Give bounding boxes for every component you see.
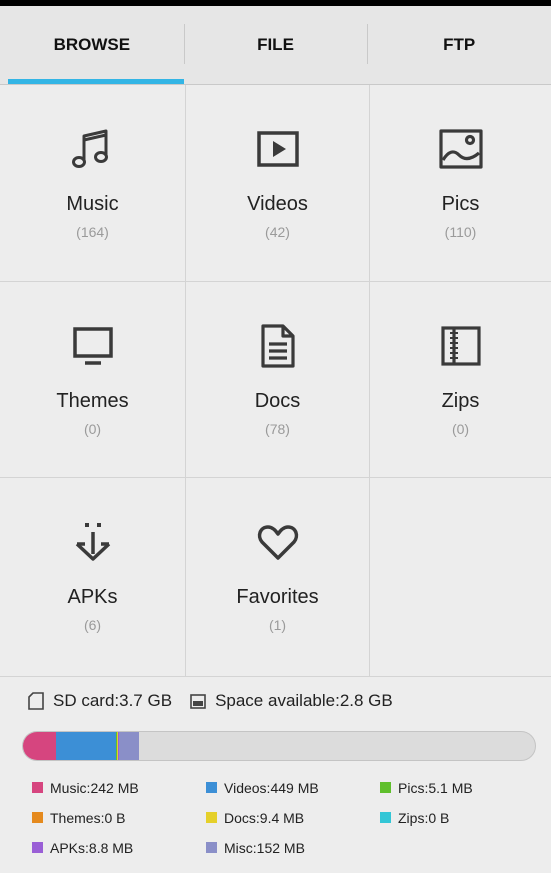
legend-item-pics: Pics:5.1 MB bbox=[380, 779, 542, 796]
tab-browse-label: BROWSE bbox=[53, 35, 131, 54]
category-label: Favorites bbox=[236, 586, 319, 608]
usage-segment-misc bbox=[118, 732, 140, 760]
category-count: (78) bbox=[265, 421, 290, 437]
tab-ftp[interactable]: FTP bbox=[367, 6, 551, 84]
sd-card-icon bbox=[28, 692, 44, 710]
usage-segment-videos bbox=[55, 732, 117, 760]
category-themes[interactable]: Themes (0) bbox=[0, 282, 186, 478]
category-label: Pics bbox=[441, 193, 480, 215]
music-note-icon bbox=[69, 125, 117, 173]
legend-item-zips: Zips:0 B bbox=[380, 809, 542, 826]
legend-swatch bbox=[206, 782, 217, 793]
legend-item-themes: Themes:0 B bbox=[32, 809, 206, 826]
legend-text: Misc:152 MB bbox=[224, 839, 305, 856]
tab-browse[interactable]: BROWSE bbox=[0, 6, 184, 84]
storage-summary: SD card:3.7 GB Space available:2.8 GB Mu… bbox=[0, 677, 551, 873]
play-icon bbox=[254, 125, 302, 173]
category-count: (42) bbox=[265, 224, 290, 240]
category-zips[interactable]: Zips (0) bbox=[370, 282, 551, 478]
storage-available-icon bbox=[190, 694, 206, 709]
storage-info: SD card:3.7 GB Space available:2.8 GB bbox=[28, 691, 393, 711]
legend-item-docs: Docs:9.4 MB bbox=[206, 809, 380, 826]
legend-item-music: Music:242 MB bbox=[32, 779, 206, 796]
category-label: APKs bbox=[67, 586, 118, 608]
legend-text: Pics:5.1 MB bbox=[398, 779, 473, 796]
category-count: (0) bbox=[83, 421, 102, 437]
category-label: Zips bbox=[441, 390, 480, 412]
zip-archive-icon bbox=[437, 322, 485, 370]
file-manager-app: BROWSE FILE FTP Music (164) Videos (42) … bbox=[0, 6, 551, 873]
legend-text: APKs:8.8 MB bbox=[50, 839, 134, 856]
heart-icon bbox=[254, 518, 302, 566]
legend-item-apks: APKs:8.8 MB bbox=[32, 839, 206, 856]
usage-segment-music bbox=[23, 732, 56, 760]
category-music[interactable]: Music (164) bbox=[0, 85, 186, 282]
category-count: (1) bbox=[268, 617, 287, 633]
android-apk-icon bbox=[69, 518, 117, 566]
category-grid: Music (164) Videos (42) Pics (110) Theme… bbox=[0, 85, 551, 677]
legend-swatch bbox=[380, 782, 391, 793]
category-count: (110) bbox=[444, 224, 477, 240]
tab-ftp-label: FTP bbox=[443, 35, 476, 54]
tab-file-label: FILE bbox=[257, 35, 294, 54]
sd-card-size: SD card:3.7 GB bbox=[53, 691, 173, 710]
category-apks[interactable]: APKs (6) bbox=[0, 478, 186, 677]
legend-text: Docs:9.4 MB bbox=[224, 809, 305, 826]
storage-legend: Music:242 MB Videos:449 MB Pics:5.1 MB T… bbox=[32, 779, 542, 856]
document-icon bbox=[254, 322, 302, 370]
legend-swatch bbox=[32, 842, 43, 853]
legend-item-misc: Misc:152 MB bbox=[206, 839, 380, 856]
tab-bar: BROWSE FILE FTP bbox=[0, 6, 551, 84]
category-count: (0) bbox=[451, 421, 470, 437]
legend-swatch bbox=[206, 812, 217, 823]
empty-grid-cell bbox=[370, 478, 551, 677]
category-favorites[interactable]: Favorites (1) bbox=[186, 478, 370, 677]
picture-icon bbox=[437, 125, 485, 173]
category-label: Videos bbox=[247, 193, 308, 215]
category-pics[interactable]: Pics (110) bbox=[370, 85, 551, 282]
category-count: (164) bbox=[76, 224, 109, 240]
tab-file[interactable]: FILE bbox=[183, 6, 368, 84]
legend-text: Music:242 MB bbox=[50, 779, 139, 796]
legend-swatch bbox=[380, 812, 391, 823]
space-available: Space available:2.8 GB bbox=[215, 691, 393, 710]
category-videos[interactable]: Videos (42) bbox=[186, 85, 370, 282]
category-label: Docs bbox=[254, 390, 301, 412]
legend-item-videos: Videos:449 MB bbox=[206, 779, 380, 796]
legend-text: Videos:449 MB bbox=[224, 779, 319, 796]
legend-swatch bbox=[32, 782, 43, 793]
storage-usage-bar bbox=[22, 731, 536, 761]
monitor-icon bbox=[69, 322, 117, 370]
category-docs[interactable]: Docs (78) bbox=[186, 282, 370, 478]
legend-swatch bbox=[206, 842, 217, 853]
legend-text: Zips:0 B bbox=[398, 809, 450, 826]
category-label: Music bbox=[66, 193, 119, 215]
category-label: Themes bbox=[56, 390, 129, 412]
category-count: (6) bbox=[83, 617, 102, 633]
legend-swatch bbox=[32, 812, 43, 823]
legend-text: Themes:0 B bbox=[50, 809, 126, 826]
